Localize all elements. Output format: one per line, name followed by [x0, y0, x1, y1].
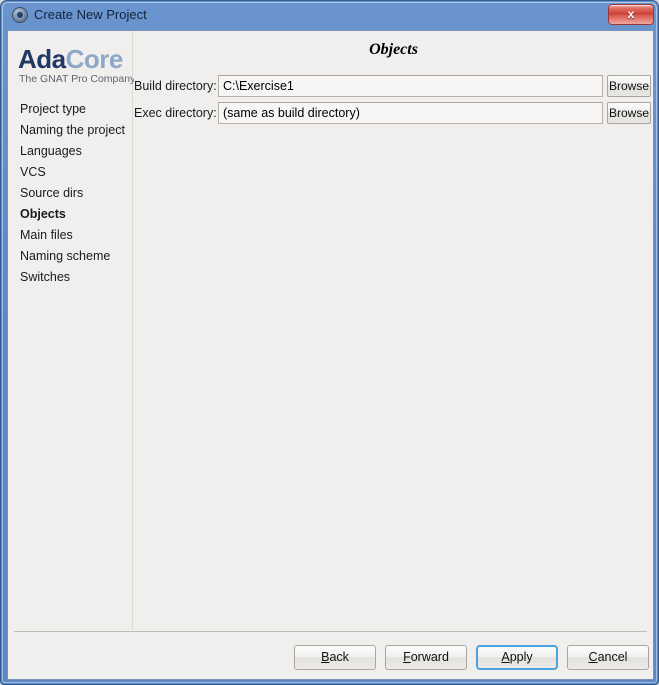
- sidebar-item-label: Objects: [20, 207, 66, 221]
- gnat-studio-logo-icon: [12, 7, 28, 23]
- exec-directory-row: Exec directory: Browse: [134, 102, 653, 124]
- logo-wordmark: AdaCore: [18, 45, 123, 73]
- content-pane: Objects Build directory: Browse Exec dir…: [134, 31, 653, 630]
- button-mnemonic: C: [588, 650, 598, 664]
- sidebar-item-label: Naming the project: [20, 123, 125, 137]
- sidebar-item-naming-the-project[interactable]: Naming the project: [8, 120, 133, 141]
- build-directory-row: Build directory: Browse: [134, 75, 653, 97]
- logo-tagline: The GNAT Pro Company: [19, 73, 136, 85]
- sidebar-item-vcs[interactable]: VCS: [8, 162, 133, 183]
- close-icon[interactable]: x: [608, 4, 654, 25]
- logo-core-text: Core: [65, 44, 124, 74]
- forward-button[interactable]: Forward: [385, 645, 467, 670]
- sidebar-item-main-files[interactable]: Main files: [8, 225, 133, 246]
- button-mnemonic: B: [321, 650, 330, 664]
- page-title: Objects: [369, 41, 418, 58]
- dialog-window: Create New Project x AdaCore The GNAT Pr…: [0, 0, 659, 685]
- exec-directory-input[interactable]: [218, 102, 603, 124]
- window-title: Create New Project: [34, 7, 147, 22]
- cancel-button[interactable]: Cancel: [567, 645, 649, 670]
- sidebar-item-label: Main files: [20, 228, 73, 242]
- sidebar-item-label: Naming scheme: [20, 249, 111, 263]
- sidebar: AdaCore The GNAT Pro Company Project typ…: [8, 31, 135, 630]
- logo-ada-text: Ada: [18, 44, 66, 74]
- sidebar-item-source-dirs[interactable]: Source dirs: [8, 183, 133, 204]
- exec-directory-label: Exec directory:: [134, 106, 217, 120]
- sidebar-item-switches[interactable]: Switches: [8, 267, 133, 288]
- sidebar-item-languages[interactable]: Languages: [8, 141, 133, 162]
- build-directory-label: Build directory:: [134, 79, 217, 93]
- button-mnemonic: A: [501, 650, 510, 664]
- sidebar-item-objects[interactable]: Objects: [8, 204, 133, 225]
- build-directory-browse-button[interactable]: Browse: [607, 75, 651, 97]
- sidebar-item-label: Project type: [20, 102, 87, 116]
- adacore-logo: AdaCore The GNAT Pro Company: [16, 35, 135, 92]
- title-bar[interactable]: Create New Project x: [1, 1, 659, 30]
- dialog-client-area: AdaCore The GNAT Pro Company Project typ…: [7, 30, 654, 680]
- sidebar-item-project-type[interactable]: Project type: [8, 99, 133, 120]
- button-mnemonic: F: [403, 650, 411, 664]
- sidebar-item-label: Languages: [20, 144, 82, 158]
- sidebar-item-label: Switches: [20, 270, 71, 284]
- exec-directory-browse-button[interactable]: Browse: [607, 102, 651, 124]
- dialog-footer: Back Forward Apply Cancel: [8, 632, 653, 679]
- back-button[interactable]: Back: [294, 645, 376, 670]
- apply-button[interactable]: Apply: [476, 645, 558, 670]
- wizard-step-list: Project type Naming the project Languages V…: [8, 99, 133, 288]
- build-directory-input[interactable]: [218, 75, 603, 97]
- sidebar-item-label: Source dirs: [20, 186, 84, 200]
- sidebar-item-naming-scheme[interactable]: Naming scheme: [8, 246, 133, 267]
- sidebar-item-label: VCS: [20, 165, 46, 179]
